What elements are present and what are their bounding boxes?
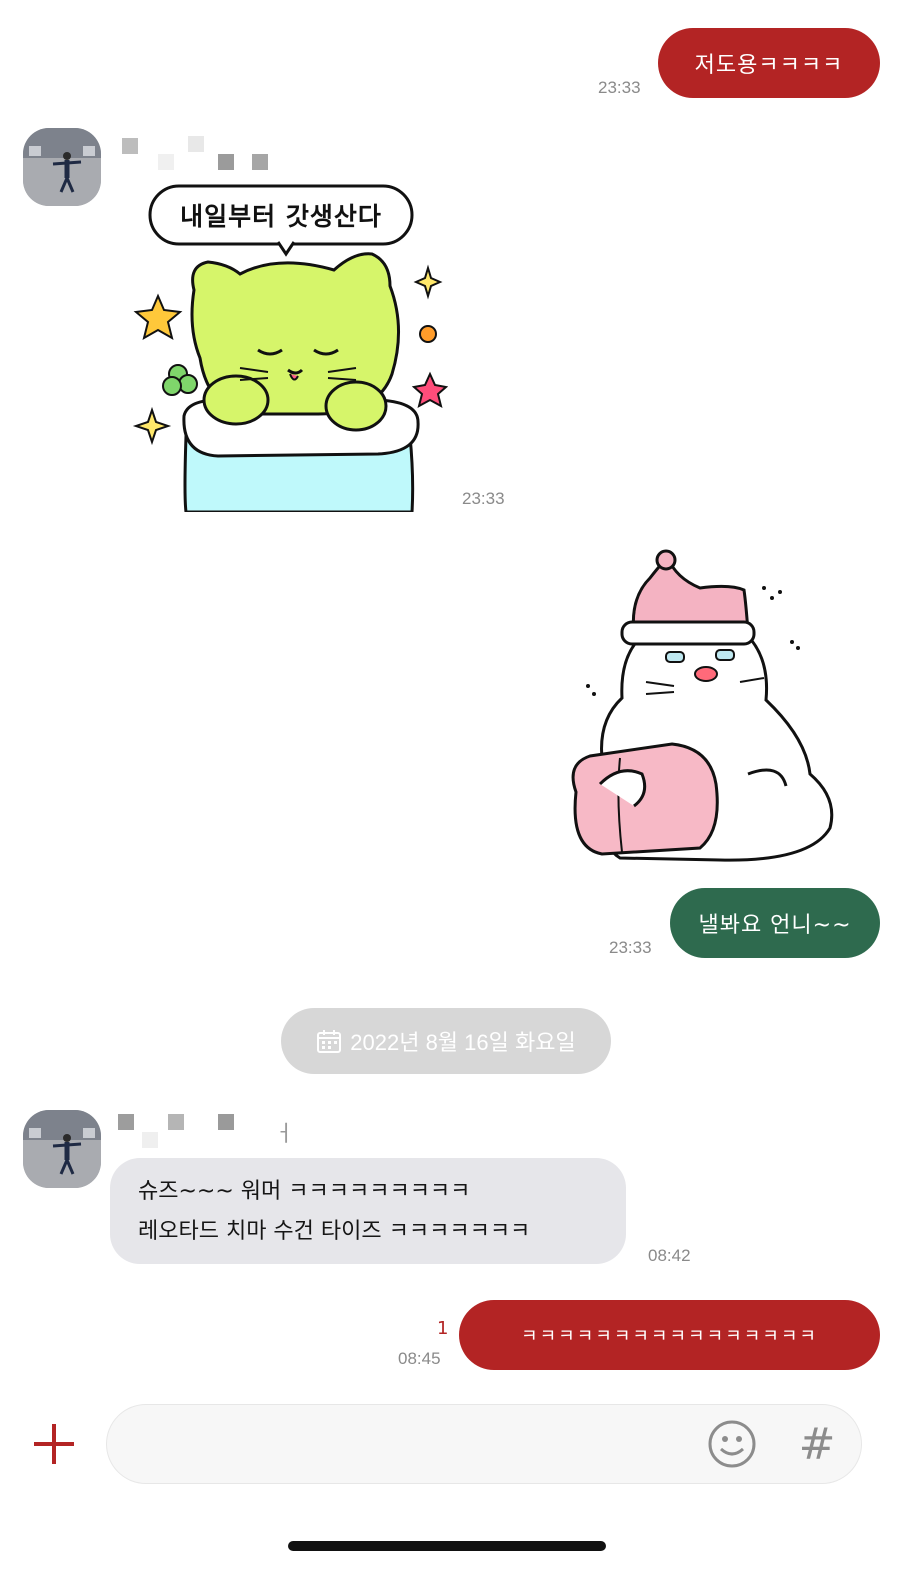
- message-text: ㅋㅋㅋㅋㅋㅋㅋㅋㅋㅋㅋㅋㅋㅋㅋㅋ: [521, 1326, 818, 1347]
- hashtag-button[interactable]: #: [797, 1417, 837, 1471]
- sender-name-redacted: [118, 134, 278, 170]
- message-bubble-outgoing[interactable]: ㅋㅋㅋㅋㅋㅋㅋㅋㅋㅋㅋㅋㅋㅋㅋㅋ: [459, 1300, 880, 1370]
- hashtag-icon: #: [798, 1418, 836, 1470]
- message-bubble-outgoing[interactable]: 낼봐요 언니~~: [670, 888, 880, 958]
- message-input[interactable]: #: [106, 1404, 862, 1484]
- avatar-photo: [23, 128, 101, 206]
- avatar-photo: [23, 1110, 101, 1188]
- sender-name-redacted: ㅓ: [118, 1112, 298, 1148]
- sticker-sleepy-cat[interactable]: [560, 548, 846, 866]
- message-time: 08:42: [648, 1246, 691, 1265]
- emoji-button[interactable]: [707, 1419, 757, 1469]
- message-time: 23:33: [462, 489, 505, 508]
- date-divider: 2022년 8월 16일 화요일: [281, 1008, 611, 1074]
- sticker-caption: 내일부터 갓생산다: [180, 202, 382, 231]
- message-bubble-outgoing[interactable]: 저도용ㅋㅋㅋㅋ: [658, 28, 880, 98]
- message-time: 23:33: [598, 78, 641, 97]
- message-text: 저도용ㅋㅋㅋㅋ: [694, 53, 844, 78]
- message-time: 23:33: [609, 938, 652, 957]
- message-bubble-incoming[interactable]: 슈즈~~~ 워머 ㅋㅋㅋㅋㅋㅋㅋㅋㅋ 레오타드 치마 수건 타이즈 ㅋㅋㅋㅋㅋㅋ…: [110, 1158, 626, 1264]
- sticker-image: [571, 549, 834, 862]
- home-indicator: [288, 1541, 606, 1551]
- message-text: 낼봐요 언니~~: [698, 913, 852, 938]
- avatar[interactable]: [23, 128, 101, 206]
- avatar[interactable]: [23, 1110, 101, 1188]
- message-text-line: 레오타드 치마 수건 타이즈 ㅋㅋㅋㅋㅋㅋㅋ: [138, 1219, 531, 1244]
- message-time: 08:45: [398, 1349, 441, 1368]
- sender-name-tail: ㅓ: [274, 1122, 295, 1147]
- sticker-green-cat[interactable]: 내일부터 갓생산다: [128, 178, 449, 514]
- calendar-icon: [317, 1030, 342, 1053]
- emoji-icon: [708, 1420, 756, 1468]
- attach-button[interactable]: [30, 1420, 78, 1468]
- message-text-line: 슈즈~~~ 워머 ㅋㅋㅋㅋㅋㅋㅋㅋㅋ: [138, 1179, 471, 1204]
- plus-icon: [34, 1424, 74, 1464]
- unread-count: 1: [437, 1318, 449, 1339]
- date-divider-text: 2022년 8월 16일 화요일: [350, 1030, 576, 1055]
